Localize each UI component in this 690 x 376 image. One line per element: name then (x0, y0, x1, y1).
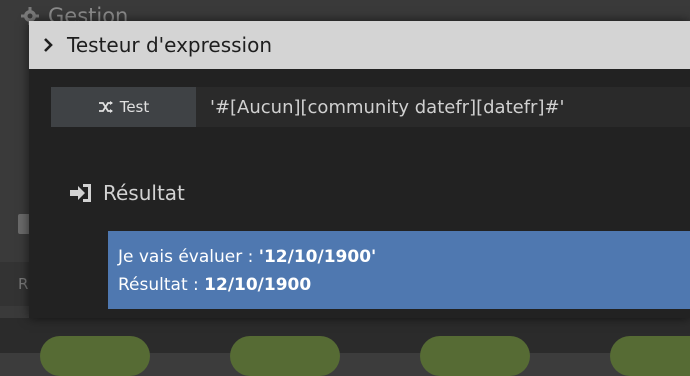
test-row: Test (51, 87, 690, 127)
shuffle-icon (98, 101, 113, 113)
expression-input[interactable] (196, 87, 690, 127)
background-pill-button (230, 336, 340, 376)
background-pill-button (40, 336, 150, 376)
expression-tester-modal: Testeur d'expression Test Résultat Je va… (29, 21, 690, 318)
background-pill-button (420, 336, 530, 376)
test-button[interactable]: Test (51, 87, 196, 127)
result-evaluate-prefix: Je vais évaluer : (118, 247, 259, 267)
modal-title: Testeur d'expression (67, 33, 273, 57)
chevron-right-icon[interactable] (41, 38, 55, 52)
result-heading: Résultat (69, 181, 185, 205)
result-result-value: 12/10/1900 (204, 275, 312, 295)
modal-header[interactable]: Testeur d'expression (29, 21, 690, 69)
result-line-evaluate: Je vais évaluer : '12/10/1900' (118, 243, 680, 271)
sign-in-icon (70, 184, 91, 202)
result-result-prefix: Résultat : (118, 275, 205, 295)
result-box: Je vais évaluer : '12/10/1900' Résultat … (108, 231, 690, 309)
test-button-label: Test (119, 98, 150, 116)
background-pill-button (610, 336, 690, 376)
result-evaluate-value: '12/10/1900' (258, 247, 377, 267)
result-heading-text: Résultat (103, 181, 185, 205)
result-line-result: Résultat : 12/10/1900 (118, 271, 680, 299)
